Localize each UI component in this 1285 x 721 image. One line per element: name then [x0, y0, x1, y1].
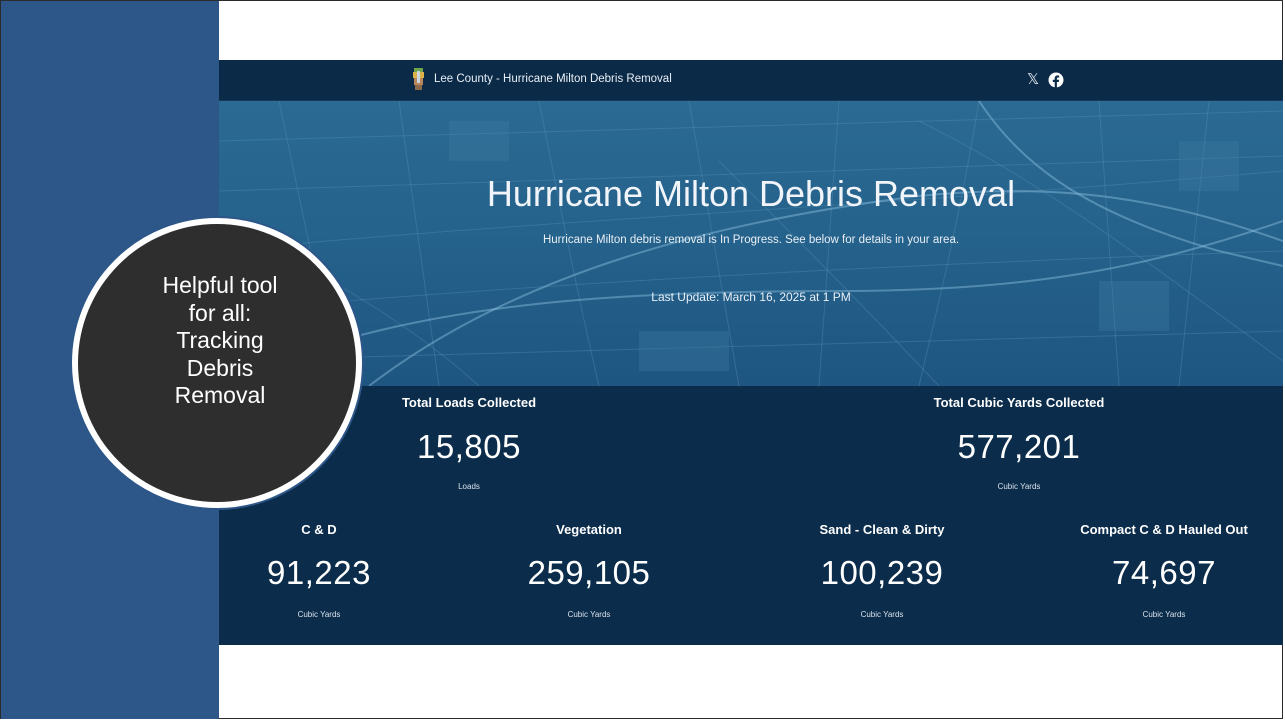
stat-value-sand: 100,239 — [820, 554, 944, 591]
stat-label-compact-c-and-d: Compact C & D Hauled Out — [1080, 522, 1248, 537]
hero-subtitle: Hurricane Milton debris removal is In Pr… — [542, 234, 960, 246]
top-navbar: Lee County - Hurricane Milton Debris Rem… — [219, 60, 1283, 101]
stat-unit-compact-c-and-d: Cubic Yards — [1142, 610, 1186, 619]
stat-unit-sand: Cubic Yards — [860, 610, 904, 619]
stat-value-vegetation: 259,105 — [527, 554, 651, 591]
stat-label-vegetation: Vegetation — [556, 522, 622, 537]
lee-county-logo[interactable] — [412, 68, 425, 90]
stat-label-total-cubic-yards: Total Cubic Yards Collected — [933, 395, 1105, 410]
x-icon[interactable]: 𝕏 — [1027, 71, 1039, 89]
stats-panel: Total Loads Collected 15,805 Loads Total… — [219, 386, 1283, 645]
callout-line: for all: — [188, 299, 252, 326]
stat-unit-vegetation: Cubic Yards — [567, 610, 611, 619]
stat-label-sand: Sand - Clean & Dirty — [819, 522, 945, 537]
stat-value-compact-c-and-d: 74,697 — [1112, 554, 1216, 591]
stat-value-total-loads: 15,805 — [417, 428, 521, 465]
site-title[interactable]: Lee County - Hurricane Milton Debris Rem… — [434, 73, 672, 85]
stat-unit-total-loads: Loads — [458, 482, 480, 491]
callout-line: Debris — [186, 354, 254, 381]
stat-value-c-and-d: 91,223 — [267, 554, 371, 591]
callout-line: Removal — [174, 382, 266, 408]
stat-label-total-loads: Total Loads Collected — [401, 395, 537, 410]
stat-label-c-and-d: C & D — [301, 522, 337, 537]
callout-line: Helpful tool — [162, 272, 278, 298]
stat-unit-total-cubic-yards: Cubic Yards — [997, 482, 1041, 491]
stat-value-total-cubic-yards: 577,201 — [957, 428, 1081, 465]
facebook-icon[interactable] — [1048, 72, 1064, 88]
last-update-text: Last Update: March 16, 2025 at 1 PM — [651, 290, 851, 304]
dashboard-screenshot: Lee County - Hurricane Milton Debris Rem… — [219, 60, 1283, 645]
callout-line: Tracking — [176, 327, 264, 353]
hero-banner: Hurricane Milton Debris Removal Hurrican… — [219, 101, 1283, 386]
callout-text: Helpful tool for all: Tracking Debris Re… — [95, 272, 345, 410]
stat-unit-c-and-d: Cubic Yards — [297, 610, 341, 619]
hero-title: Hurricane Milton Debris Removal — [486, 173, 1016, 214]
